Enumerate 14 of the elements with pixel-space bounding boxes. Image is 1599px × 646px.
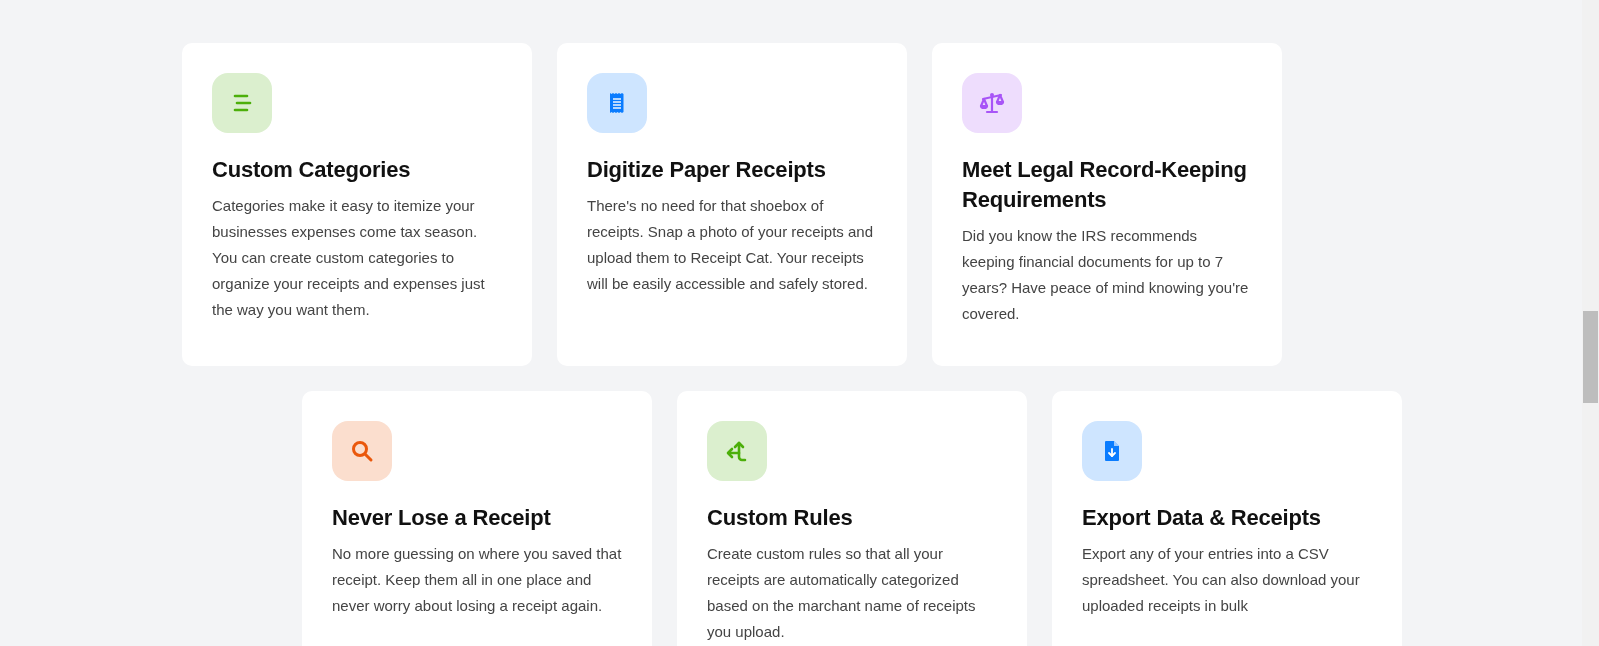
feature-description: Did you know the IRS recommends keeping financial documents for up to 7 years? Have peace of mind knowing you're covered. (962, 226, 1250, 324)
feature-description: There's no need for that shoebox of receipts. Snap a photo of your receipts and upload them to Receipt Cat. Your receipts will be easily accessible and safely stored. (587, 196, 874, 294)
feature-title: Custom Categories (212, 156, 412, 184)
feature-description: Export any of your entries into a CSV spreadsheet. You can also download your uploaded receipts in bulk (1082, 544, 1361, 616)
feature-title: Meet Legal Record-Keeping Requirements (962, 156, 1248, 214)
feature-description: Categories make it easy to itemize your businesses expenses come tax season. You can create custom categories to organize your receipts and expenses just the way you want them. (212, 196, 486, 320)
feature-description: Create custom rules so that all your receipts are automatically categorized based on the marchant name of receipts you upload. (707, 544, 977, 642)
feature-title: Custom Rules (707, 504, 854, 532)
feature-title: Digitize Paper Receipts (587, 156, 827, 184)
feature-title: Never Lose a Receipt (332, 504, 552, 532)
feature-title: Export Data & Receipts (1082, 504, 1322, 532)
feature-description: No more guessing on where you saved that receipt. Keep them all in one place and never worry about losing a receipt again. (332, 544, 622, 616)
scrollbar-thumb[interactable] (1583, 311, 1598, 403)
scrollbar[interactable] (1582, 0, 1599, 646)
